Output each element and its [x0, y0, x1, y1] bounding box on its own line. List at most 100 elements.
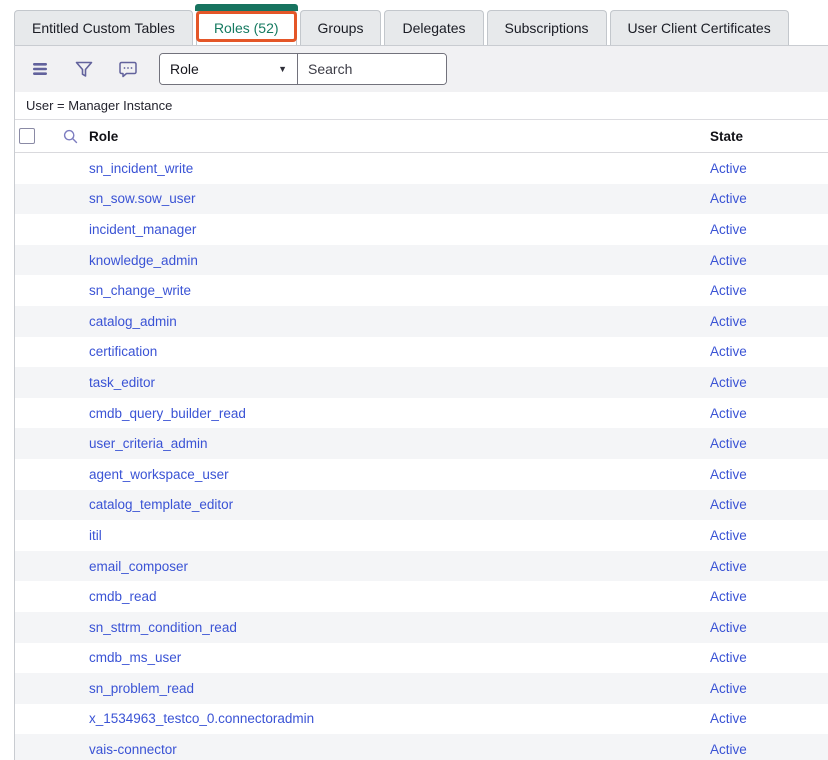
role-cell: itil [89, 528, 710, 543]
table-row: email_composer Active [15, 551, 828, 582]
table-row: incident_manager Active [15, 214, 828, 245]
filter-condition-text: User = Manager Instance [26, 98, 172, 113]
state-link[interactable]: Active [710, 344, 747, 359]
state-link[interactable]: Active [710, 375, 747, 390]
state-link[interactable]: Active [710, 559, 747, 574]
filter-icon[interactable] [69, 54, 99, 84]
tab-bar: Entitled Custom Tables Roles (52) Groups… [0, 0, 828, 45]
role-link[interactable]: sn_change_write [89, 283, 191, 298]
state-cell: Active [710, 681, 828, 696]
select-all-checkbox[interactable] [19, 128, 35, 144]
column-header-state[interactable]: State [710, 129, 828, 144]
list-search-combo: Role ▼ [159, 53, 447, 85]
state-link[interactable]: Active [710, 191, 747, 206]
state-link[interactable]: Active [710, 467, 747, 482]
search-icon-glyph [63, 129, 78, 144]
table-row: cmdb_ms_user Active [15, 643, 828, 674]
tab-entitled-custom-tables[interactable]: Entitled Custom Tables [14, 10, 193, 45]
role-cell: email_composer [89, 559, 710, 574]
comment-icon-glyph [119, 61, 137, 78]
search-column-value: Role [170, 61, 199, 77]
role-link[interactable]: incident_manager [89, 222, 196, 237]
table-row: x_1534963_testco_0.connectoradmin Active [15, 704, 828, 735]
list-menu-icon[interactable] [25, 54, 55, 84]
state-link[interactable]: Active [710, 283, 747, 298]
state-link[interactable]: Active [710, 528, 747, 543]
state-cell: Active [710, 589, 828, 604]
role-link[interactable]: agent_workspace_user [89, 467, 229, 482]
role-cell: task_editor [89, 375, 710, 390]
role-link[interactable]: vais-connector [89, 742, 177, 757]
column-header-role[interactable]: Role [89, 129, 710, 144]
state-cell: Active [710, 711, 828, 726]
comment-icon[interactable] [113, 54, 143, 84]
table-row: knowledge_admin Active [15, 245, 828, 276]
table-row: sn_sow.sow_user Active [15, 184, 828, 215]
table-row: sn_problem_read Active [15, 673, 828, 704]
tab-groups[interactable]: Groups [300, 10, 382, 45]
state-link[interactable]: Active [710, 711, 747, 726]
role-cell: catalog_admin [89, 314, 710, 329]
search-input[interactable] [298, 54, 446, 84]
tab-user-client-certificates[interactable]: User Client Certificates [610, 10, 789, 45]
role-link[interactable]: email_composer [89, 559, 188, 574]
tab-delegates[interactable]: Delegates [384, 10, 483, 45]
state-link[interactable]: Active [710, 222, 747, 237]
role-link[interactable]: sn_sttrm_condition_read [89, 620, 237, 635]
role-link[interactable]: x_1534963_testco_0.connectoradmin [89, 711, 314, 726]
role-cell: certification [89, 344, 710, 359]
state-link[interactable]: Active [710, 650, 747, 665]
state-link[interactable]: Active [710, 620, 747, 635]
search-icon[interactable] [60, 126, 80, 146]
state-cell: Active [710, 406, 828, 421]
role-link[interactable]: itil [89, 528, 102, 543]
tab-roles[interactable]: Roles (52) [196, 10, 297, 45]
state-cell: Active [710, 344, 828, 359]
state-cell: Active [710, 497, 828, 512]
state-cell: Active [710, 375, 828, 390]
role-link[interactable]: catalog_template_editor [89, 497, 233, 512]
state-link[interactable]: Active [710, 681, 747, 696]
role-cell: sn_problem_read [89, 681, 710, 696]
role-link[interactable]: sn_sow.sow_user [89, 191, 196, 206]
table-row: catalog_template_editor Active [15, 490, 828, 521]
filter-condition-bar[interactable]: User = Manager Instance [15, 92, 828, 120]
state-link[interactable]: Active [710, 436, 747, 451]
state-link[interactable]: Active [710, 742, 747, 757]
column-search-cell [51, 126, 89, 146]
role-link[interactable]: catalog_admin [89, 314, 177, 329]
role-cell: agent_workspace_user [89, 467, 710, 482]
table-row: sn_incident_write Active [15, 153, 828, 184]
search-column-select[interactable]: Role ▼ [160, 54, 298, 84]
role-link[interactable]: user_criteria_admin [89, 436, 208, 451]
role-link[interactable]: task_editor [89, 375, 155, 390]
state-link[interactable]: Active [710, 161, 747, 176]
role-cell: sn_sttrm_condition_read [89, 620, 710, 635]
table-body: sn_incident_write Active sn_sow.sow_user… [15, 153, 828, 760]
select-all-cell [15, 128, 51, 144]
role-link[interactable]: knowledge_admin [89, 253, 198, 268]
state-link[interactable]: Active [710, 406, 747, 421]
table-row: task_editor Active [15, 367, 828, 398]
state-link[interactable]: Active [710, 589, 747, 604]
state-cell: Active [710, 467, 828, 482]
role-cell: cmdb_ms_user [89, 650, 710, 665]
table-row: agent_workspace_user Active [15, 459, 828, 490]
role-link[interactable]: cmdb_ms_user [89, 650, 181, 665]
tab-subscriptions[interactable]: Subscriptions [487, 10, 607, 45]
role-cell: incident_manager [89, 222, 710, 237]
state-cell: Active [710, 253, 828, 268]
role-link[interactable]: sn_incident_write [89, 161, 193, 176]
role-link[interactable]: sn_problem_read [89, 681, 194, 696]
state-link[interactable]: Active [710, 253, 747, 268]
role-cell: sn_incident_write [89, 161, 710, 176]
role-link[interactable]: certification [89, 344, 157, 359]
state-link[interactable]: Active [710, 314, 747, 329]
role-cell: sn_change_write [89, 283, 710, 298]
role-cell: knowledge_admin [89, 253, 710, 268]
state-cell: Active [710, 436, 828, 451]
role-link[interactable]: cmdb_read [89, 589, 157, 604]
state-link[interactable]: Active [710, 497, 747, 512]
role-link[interactable]: cmdb_query_builder_read [89, 406, 246, 421]
list-menu-icon-glyph [32, 62, 48, 76]
